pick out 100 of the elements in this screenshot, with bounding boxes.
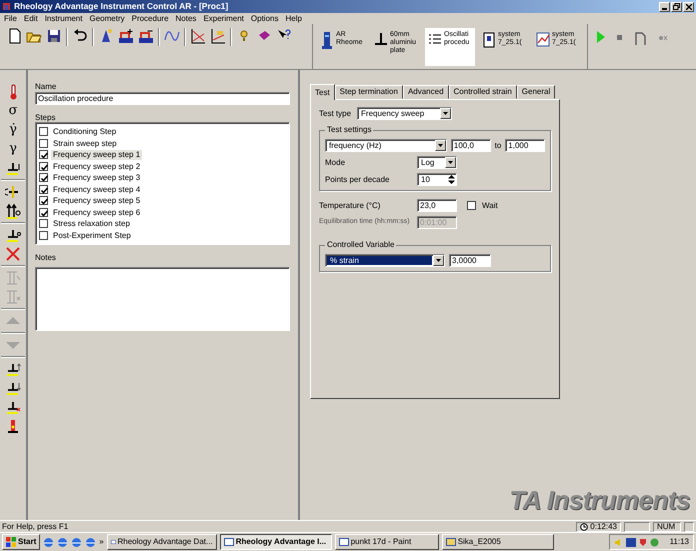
globe-icon[interactable]	[57, 536, 68, 548]
field-label: Temperature (°C)	[319, 200, 382, 210]
checkbox[interactable]	[39, 208, 48, 217]
checkbox[interactable]	[39, 219, 48, 228]
rheometer-icon	[320, 31, 334, 49]
checkbox[interactable]	[39, 173, 48, 182]
elapsed-time: 0:12:43	[590, 522, 617, 532]
more-chevron[interactable]: »	[99, 537, 104, 547]
notebook-icon	[482, 31, 496, 49]
raise-head-icon[interactable]	[5, 361, 21, 377]
field-label: to	[494, 140, 502, 150]
browser-icon[interactable]	[43, 536, 54, 548]
toolbar-button[interactable]: γ̇	[5, 122, 21, 138]
geometry-remove-icon[interactable]	[138, 28, 154, 46]
checkbox-label: Wait	[482, 200, 498, 210]
globe-icon[interactable]	[85, 536, 96, 548]
close-button[interactable]	[683, 2, 694, 12]
menu-item[interactable]: Help	[285, 14, 302, 24]
shield-icon[interactable]	[638, 538, 647, 546]
menu-item[interactable]: Options	[250, 14, 278, 24]
menu-item[interactable]: Geometry	[89, 14, 125, 24]
open-graph-icon[interactable]	[210, 28, 226, 46]
name-field[interactable]: Oscillation procedure	[35, 92, 290, 105]
input-field[interactable]: 3,0000	[449, 254, 491, 267]
restore-icon	[673, 3, 680, 10]
input-field[interactable]: 1,000	[505, 139, 545, 152]
spin-field[interactable]: 10	[417, 173, 457, 186]
step-item[interactable]: Frequency sweep step 4	[51, 184, 142, 194]
taskbar-button[interactable]: Sika_E2005	[442, 534, 554, 550]
taskbar-button[interactable]: Rheology Advantage Dat...	[106, 534, 217, 550]
step-item[interactable]: Strain sweep step	[51, 138, 119, 148]
step-item[interactable]: Frequency sweep step 1	[51, 150, 142, 160]
gap-icon[interactable]	[5, 160, 21, 176]
input-field: 0:01:00	[417, 216, 457, 229]
step-item[interactable]: Frequency sweep step 2	[51, 162, 142, 172]
taskbar-button[interactable]: punkt 17d - Paint	[334, 534, 439, 550]
status-pane	[684, 522, 694, 532]
step-item[interactable]: Conditioning Step	[51, 127, 118, 137]
menu-item[interactable]: Procedure	[132, 14, 169, 24]
tab[interactable]: Advanced	[402, 85, 449, 99]
step-item[interactable]: Frequency sweep step 6	[51, 208, 142, 218]
menu-item[interactable]: Notes	[176, 14, 196, 24]
field-label: Test type	[319, 108, 352, 118]
field-label: Points per decade	[325, 174, 390, 184]
dropdown[interactable]: Frequency sweep	[357, 107, 452, 120]
checkbox[interactable]	[39, 196, 48, 206]
menu-item[interactable]: Edit	[24, 14, 38, 24]
group-title: Controlled Variable	[325, 240, 396, 250]
menu-item[interactable]: Experiment	[203, 14, 244, 24]
menu-item[interactable]: Instrument	[44, 14, 82, 24]
input-field[interactable]: 23,0	[417, 199, 457, 212]
app-icon	[224, 537, 234, 547]
close-icon	[686, 4, 692, 10]
taskbar-button[interactable]: Rheology Advantage I...	[220, 534, 332, 550]
normal-force-icon[interactable]	[5, 203, 21, 219]
notes-field[interactable]	[35, 266, 290, 331]
app-icon	[2, 2, 11, 11]
tab[interactable]: Test	[310, 84, 335, 100]
step-item[interactable]: Post-Experiment Step	[51, 230, 133, 240]
rotation-icon[interactable]	[5, 184, 21, 200]
lower-head-icon[interactable]	[5, 380, 21, 396]
checkbox[interactable]	[39, 127, 48, 136]
clock: 11:13	[670, 537, 689, 547]
tab[interactable]: General	[516, 85, 556, 99]
menu-item[interactable]: File	[4, 14, 17, 24]
checkbox[interactable]	[39, 184, 48, 194]
start-button[interactable]: Start	[2, 534, 40, 550]
window-title: Rheology Advantage Instrument Control AR - [Proc1]	[14, 1, 228, 12]
step-item[interactable]: Frequency sweep step 3	[51, 173, 142, 183]
tab[interactable]: Step termination	[334, 85, 403, 99]
toolbar-button[interactable]: σ	[5, 103, 21, 119]
num-lock-indicator: NUM	[653, 522, 681, 532]
restore-button[interactable]	[671, 2, 682, 12]
chart-icon	[536, 31, 550, 49]
checkbox[interactable]	[39, 162, 48, 171]
minimize-button[interactable]	[659, 2, 670, 12]
remove-geometry-icon[interactable]	[5, 399, 21, 415]
windows-logo-icon	[6, 537, 16, 547]
group-title: Test settings	[325, 125, 374, 135]
browser-icon[interactable]	[71, 536, 82, 548]
step-item[interactable]: Stress relaxation step	[51, 219, 132, 229]
field-label: Mode	[325, 158, 346, 168]
checkbox[interactable]	[467, 201, 476, 210]
geometry-add-icon[interactable]	[118, 28, 134, 46]
input-field[interactable]: 100,0	[450, 139, 491, 152]
checkbox[interactable]	[39, 150, 48, 160]
dropdown[interactable]: Log	[417, 156, 457, 169]
checkbox[interactable]	[39, 138, 48, 148]
status-message: For Help, press F1	[2, 522, 68, 532]
zero-gap-icon[interactable]	[5, 227, 21, 243]
dropdown[interactable]: frequency (Hz)	[325, 139, 447, 152]
step-item[interactable]: Frequency sweep step 5	[51, 196, 142, 206]
field-label: Steps	[35, 112, 56, 122]
toolbar-button[interactable]: γ	[5, 141, 21, 157]
field-label: Name	[35, 82, 58, 92]
spinner-arrows-icon[interactable]	[447, 174, 456, 185]
dropdown[interactable]: % strain	[325, 254, 445, 267]
tab[interactable]: Controlled strain	[448, 85, 517, 99]
checkbox[interactable]	[39, 230, 48, 240]
heater-icon[interactable]	[5, 418, 21, 434]
